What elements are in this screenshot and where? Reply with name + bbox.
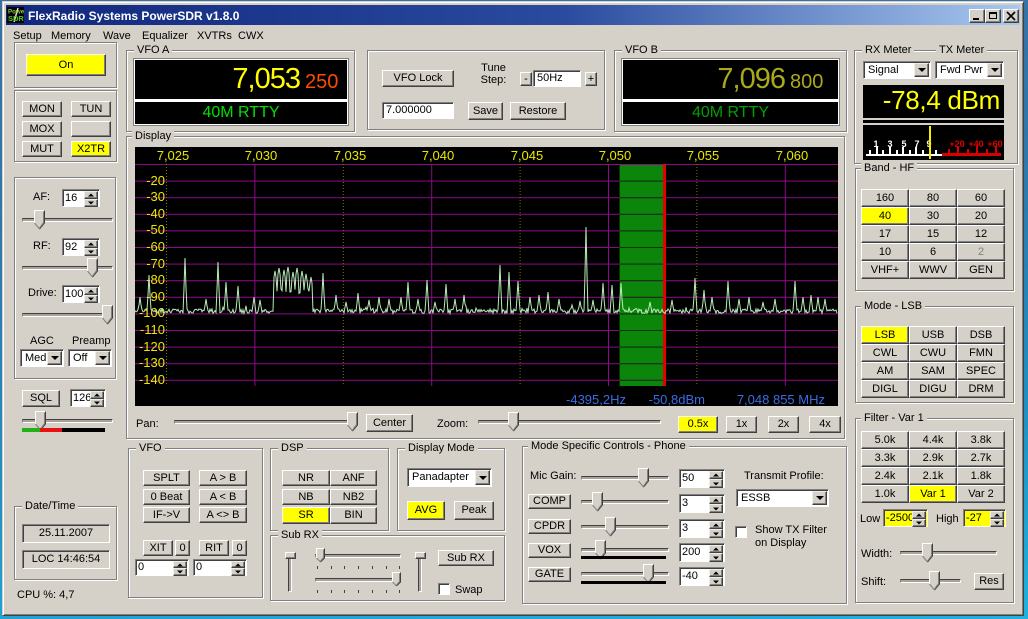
svg-text:7,045: 7,045 [511, 148, 544, 163]
svg-text:-130: -130 [139, 355, 165, 370]
svg-text:-110: -110 [140, 322, 165, 337]
svg-text:7,040: 7,040 [422, 148, 455, 163]
svg-text:-120: -120 [139, 339, 165, 354]
svg-text:7,055: 7,055 [687, 148, 720, 163]
svg-text:7,050: 7,050 [599, 148, 632, 163]
svg-text:-70: -70 [146, 256, 165, 271]
svg-text:+20: +20 [949, 139, 964, 149]
svg-text:-50,8dBm: -50,8dBm [649, 392, 705, 406]
svg-text:-20: -20 [146, 173, 165, 188]
svg-text:+40: +40 [968, 139, 983, 149]
svg-text:3: 3 [887, 139, 892, 149]
svg-text:7,030: 7,030 [245, 148, 278, 163]
svg-text:-30: -30 [146, 189, 165, 204]
svg-text:+60: +60 [987, 139, 1002, 149]
svg-text:SDR: SDR [8, 14, 24, 23]
svg-text:7,025: 7,025 [157, 148, 190, 163]
svg-text:-90: -90 [146, 289, 165, 304]
svg-text:-4395,2Hz: -4395,2Hz [566, 392, 626, 406]
svg-text:-140: -140 [139, 372, 165, 387]
svg-text:-40: -40 [146, 206, 165, 221]
svg-text:7,035: 7,035 [334, 148, 367, 163]
svg-text:7: 7 [914, 139, 919, 149]
svg-text:7,048 855 MHz: 7,048 855 MHz [737, 392, 825, 406]
svg-text:7,060: 7,060 [776, 148, 809, 163]
svg-text:5: 5 [901, 139, 906, 149]
svg-text:1: 1 [873, 139, 878, 149]
svg-text:-50: -50 [146, 222, 165, 237]
svg-text:-60: -60 [146, 239, 165, 254]
